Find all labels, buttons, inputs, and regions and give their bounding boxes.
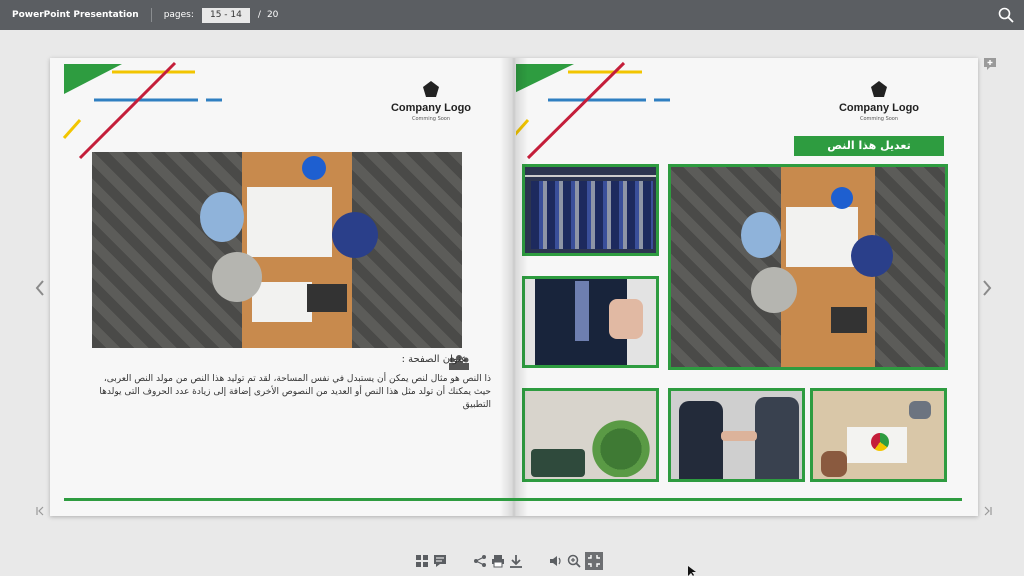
page-text: عنوان الصفحة :: [117, 354, 467, 367]
company-logo: Company Logo Comming Soon: [381, 80, 481, 122]
search-icon[interactable]: [998, 7, 1014, 23]
handshake-photo: [668, 388, 805, 482]
logo-tagline: Comming Soon: [859, 116, 899, 122]
bottom-toolbar: [415, 552, 615, 570]
page-heading: عنوان الصفحة :: [401, 354, 467, 365]
office-plant-photo: [522, 388, 659, 482]
left-page[interactable]: Company Logo Comming Soon عنوان الصفحة :…: [50, 58, 512, 516]
previous-page-arrow[interactable]: [33, 279, 47, 297]
book-spine: [500, 58, 528, 516]
page-separator: /: [257, 10, 261, 20]
fullscreen-exit-icon[interactable]: [585, 552, 603, 570]
print-icon[interactable]: [491, 554, 505, 568]
office-meeting-photo: [92, 152, 462, 348]
next-page-arrow[interactable]: [980, 279, 994, 297]
page-body: ذا النص هو مثال لنص يمكن أن يستبدل في نف…: [99, 374, 491, 410]
last-page-icon[interactable]: [982, 506, 992, 516]
thumbs-up-photo: [522, 276, 659, 368]
logo-name: Company Logo: [390, 102, 472, 114]
zoom-in-icon[interactable]: [567, 554, 581, 568]
suits-rack-photo: [522, 164, 659, 256]
page-number-input[interactable]: [201, 7, 250, 23]
team-meeting-photo: [668, 164, 948, 370]
logo-tagline: Comming Soon: [411, 116, 451, 122]
thumbnails-icon[interactable]: [415, 554, 429, 568]
pentagon-icon: [871, 81, 887, 97]
flipbook: Company Logo Comming Soon عنوان الصفحة :…: [50, 58, 978, 516]
pentagon-icon: [423, 81, 439, 97]
logo-name: Company Logo: [838, 102, 920, 114]
corner-decoration: [516, 61, 670, 160]
first-page-icon[interactable]: [36, 506, 46, 516]
right-page[interactable]: Company Logo Comming Soon تعديل هذا النص: [516, 58, 978, 516]
download-icon[interactable]: [509, 554, 523, 568]
pages-label: pages:: [163, 10, 194, 20]
edit-text-banner: تعديل هذا النص: [794, 136, 944, 156]
business-charts-photo: [810, 388, 947, 482]
mouse-cursor-icon: [688, 566, 696, 576]
share-icon[interactable]: [473, 554, 487, 568]
notes-icon[interactable]: [433, 554, 447, 568]
page-body-wrap: ذا النص هو مثال لنص يمكن أن يستبدل في نف…: [96, 373, 491, 412]
company-logo: Company Logo Comming Soon: [829, 80, 929, 122]
document-title: PowerPoint Presentation: [12, 10, 139, 20]
total-pages: 20: [266, 10, 279, 20]
sound-icon[interactable]: [549, 554, 563, 568]
divider: [150, 8, 152, 22]
footer-line: [64, 498, 962, 501]
comment-icon[interactable]: [984, 58, 996, 70]
top-bar: PowerPoint Presentation pages: / 20: [0, 0, 1024, 30]
